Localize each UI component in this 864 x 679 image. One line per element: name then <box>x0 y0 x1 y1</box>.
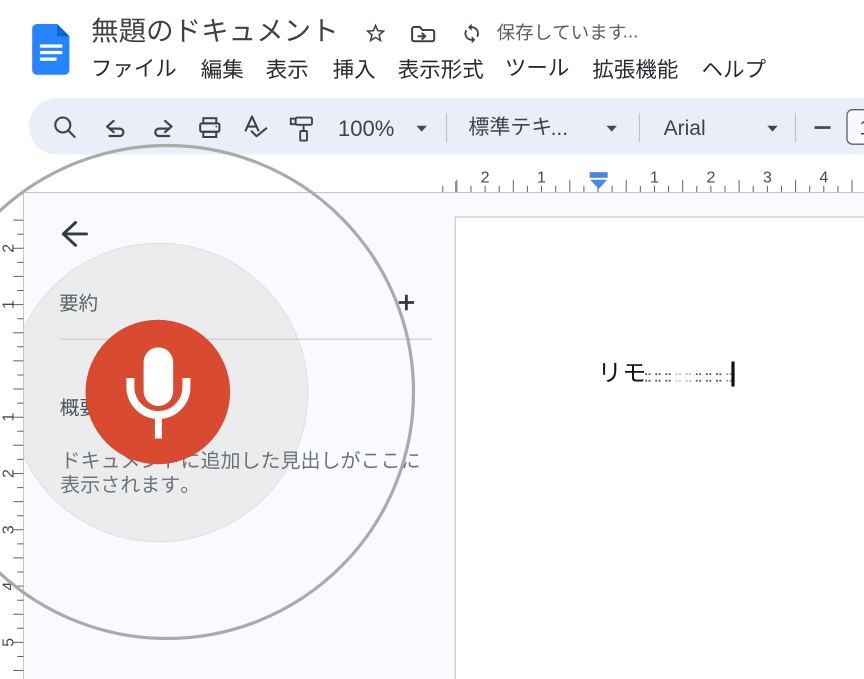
svg-text:1: 1 <box>0 413 17 422</box>
svg-text:100%: 100% <box>338 116 394 141</box>
svg-text:3: 3 <box>763 170 772 187</box>
svg-text:5: 5 <box>0 638 17 647</box>
svg-text:11: 11 <box>860 118 864 140</box>
svg-text:Arial: Arial <box>664 117 706 140</box>
svg-text:...: ... <box>551 117 569 140</box>
svg-text:1: 1 <box>650 170 659 187</box>
svg-text:4: 4 <box>819 170 828 187</box>
svg-text:2: 2 <box>0 469 17 478</box>
svg-text:1: 1 <box>537 170 546 187</box>
svg-text:...: ... <box>623 21 639 42</box>
svg-text:1: 1 <box>0 300 17 309</box>
svg-text:2: 2 <box>481 170 490 187</box>
svg-text:2: 2 <box>0 244 17 253</box>
svg-text:2: 2 <box>706 170 715 187</box>
svg-text:3: 3 <box>0 525 17 534</box>
